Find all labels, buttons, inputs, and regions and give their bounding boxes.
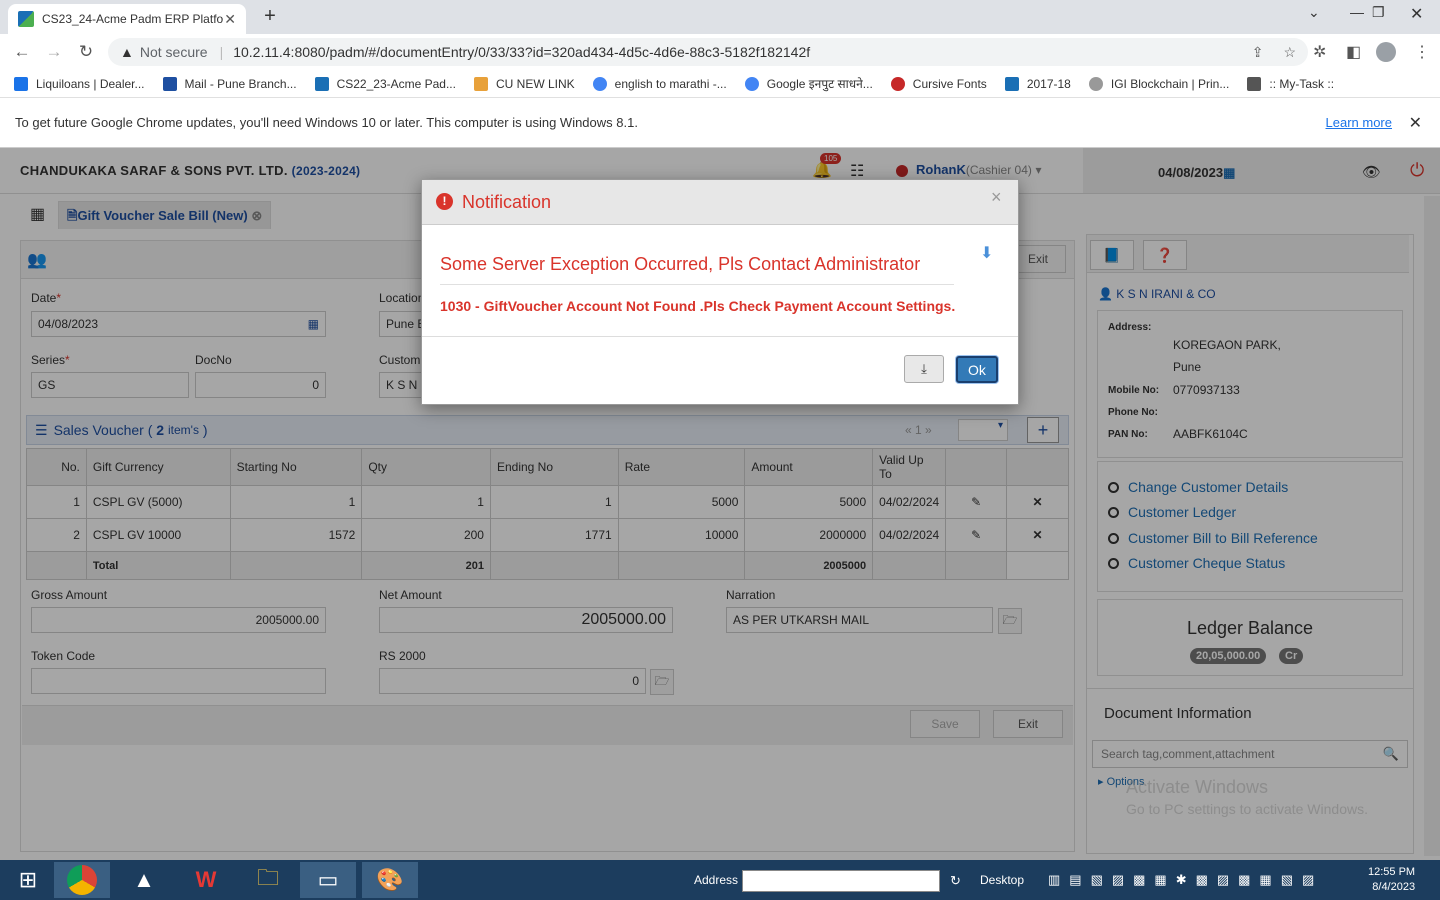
side-panel-icon[interactable]: ◧ xyxy=(1346,42,1361,62)
bookmark-item[interactable]: IGI Blockchain | Prin... xyxy=(1088,76,1230,91)
arrow-down-icon[interactable]: ⬇ xyxy=(980,243,993,263)
extensions-icon[interactable]: ✲ xyxy=(1313,42,1326,62)
bookmark-label: Cursive Fonts xyxy=(912,76,987,91)
update-infobar: To get future Google Chrome updates, you… xyxy=(0,98,1440,148)
tab-search-icon[interactable]: ⌄ xyxy=(1308,4,1320,21)
taskbar-clock[interactable]: 12:55 PM 8/4/2023 xyxy=(1368,865,1415,895)
bookmarks-bar: Liquiloans | Dealer... Mail - Pune Branc… xyxy=(0,70,1440,98)
dialog-divider xyxy=(440,284,954,285)
start-icon[interactable]: ⊞ xyxy=(0,862,56,898)
ok-button[interactable]: Ok xyxy=(956,356,998,383)
chrome-logo xyxy=(67,865,97,895)
bookmark-icon xyxy=(1004,76,1019,91)
omnibox[interactable]: ▲ Not secure | 10.2.11.4:8080/padm/#/doc… xyxy=(108,38,1308,66)
bookmark-item[interactable]: :: My-Task :: xyxy=(1247,76,1335,91)
download-icon: ⤓ xyxy=(921,361,927,376)
file-explorer-icon[interactable]: 🗀 xyxy=(240,862,296,898)
bookmark-item[interactable]: Cursive Fonts xyxy=(890,76,987,91)
reload-icon[interactable]: ↻ xyxy=(70,42,102,62)
bookmark-item[interactable]: CU NEW LINK xyxy=(473,76,575,91)
bookmark-item[interactable]: english to marathi -... xyxy=(592,76,727,91)
bookmark-item[interactable]: Mail - Pune Branch... xyxy=(162,76,297,91)
system-tray-icons[interactable]: ▥▤▧▨▩▦✱▩▨▩▦▧▨ xyxy=(1048,872,1323,888)
warning-icon: ▲ xyxy=(120,44,134,60)
error-icon: ! xyxy=(436,193,453,210)
bookmark-icon xyxy=(162,76,177,91)
bookmark-star-icon[interactable]: ☆ xyxy=(1283,44,1296,61)
bookmark-icon xyxy=(1247,76,1262,91)
restore-icon[interactable]: ❐ xyxy=(1372,4,1385,21)
infobar-close-icon[interactable]: ✕ xyxy=(1409,113,1422,133)
browser-tab[interactable]: CS23_24-Acme Padm ERP Platfor ✕ xyxy=(8,4,246,34)
chrome-icon[interactable] xyxy=(54,862,110,898)
bookmark-label: 2017-18 xyxy=(1026,76,1071,91)
refresh-icon[interactable]: ↻ xyxy=(950,873,961,889)
download-button[interactable]: ⤓ xyxy=(904,355,944,383)
minimize-icon[interactable]: — xyxy=(1350,4,1364,20)
bookmark-label: CS22_23-Acme Pad... xyxy=(336,76,456,91)
back-icon[interactable]: ← xyxy=(6,42,38,62)
close-window-icon[interactable]: ✕ xyxy=(1410,4,1423,24)
wps-icon[interactable]: W xyxy=(178,862,234,898)
bookmark-label: Google इनपुट साधने... xyxy=(766,77,873,91)
bookmark-item[interactable]: Liquiloans | Dealer... xyxy=(14,76,145,91)
url-text[interactable]: 10.2.11.4:8080/padm/#/documentEntry/0/33… xyxy=(233,44,810,60)
bookmark-item[interactable]: 2017-18 xyxy=(1004,76,1071,91)
bookmark-item[interactable]: Google इनपुट साधने... xyxy=(744,75,873,92)
activate-windows-title: Activate Windows xyxy=(1126,777,1269,797)
tab-title: CS23_24-Acme Padm ERP Platfor xyxy=(42,12,225,26)
profile-avatar[interactable] xyxy=(1376,42,1396,62)
omnibox-separator: | xyxy=(219,44,224,60)
error-detail: 1030 - GiftVoucher Account Not Found .Pl… xyxy=(440,298,956,314)
forward-icon[interactable]: → xyxy=(38,42,70,62)
menu-dots-icon[interactable]: ⋮ xyxy=(1414,42,1430,62)
error-message: Some Server Exception Occurred, Pls Cont… xyxy=(440,254,921,274)
tab-close-icon[interactable]: ✕ xyxy=(224,11,236,28)
bookmark-icon xyxy=(890,76,905,91)
taskbar-desktop-label[interactable]: Desktop xyxy=(980,873,1024,887)
taskbar-address-input[interactable] xyxy=(742,870,940,892)
window-icon[interactable]: ▭ xyxy=(300,862,356,898)
clock-time: 12:55 PM xyxy=(1368,866,1416,878)
site-favicon-icon xyxy=(18,11,34,27)
bookmark-label: IGI Blockchain | Prin... xyxy=(1110,76,1230,91)
infobar-text: To get future Google Chrome updates, you… xyxy=(15,115,638,130)
dialog-close-icon[interactable]: × xyxy=(991,187,1002,208)
bookmark-label: Mail - Pune Branch... xyxy=(184,76,297,91)
dialog-title: Notification xyxy=(462,192,552,212)
app-icon[interactable]: ▲ xyxy=(116,862,172,898)
bookmark-icon xyxy=(14,76,28,91)
bookmark-icon xyxy=(473,76,488,91)
bookmark-label: CU NEW LINK xyxy=(495,76,575,91)
google-icon xyxy=(592,76,607,91)
not-secure-label: Not secure xyxy=(139,44,208,60)
clock-date: 8/4/2023 xyxy=(1372,881,1416,893)
new-tab-button[interactable]: + xyxy=(256,5,284,28)
bookmark-icon xyxy=(1088,76,1103,91)
bookmark-label: Liquiloans | Dealer... xyxy=(36,76,145,91)
bookmark-label: english to marathi -... xyxy=(614,76,727,91)
learn-more-link[interactable]: Learn more xyxy=(1326,115,1392,130)
paint-icon[interactable]: 🎨 xyxy=(362,862,418,898)
bookmark-item[interactable]: CS22_23-Acme Pad... xyxy=(314,76,456,91)
dialog-footer-divider xyxy=(422,336,1018,337)
activate-windows-subtitle: Go to PC settings to activate Windows. xyxy=(1126,801,1368,817)
bookmark-label: :: My-Task :: xyxy=(1269,76,1335,91)
google-icon xyxy=(744,76,759,91)
taskbar-address-label: Address xyxy=(694,873,739,887)
bookmark-icon xyxy=(314,76,329,91)
share-icon[interactable]: ⇪ xyxy=(1252,44,1264,61)
